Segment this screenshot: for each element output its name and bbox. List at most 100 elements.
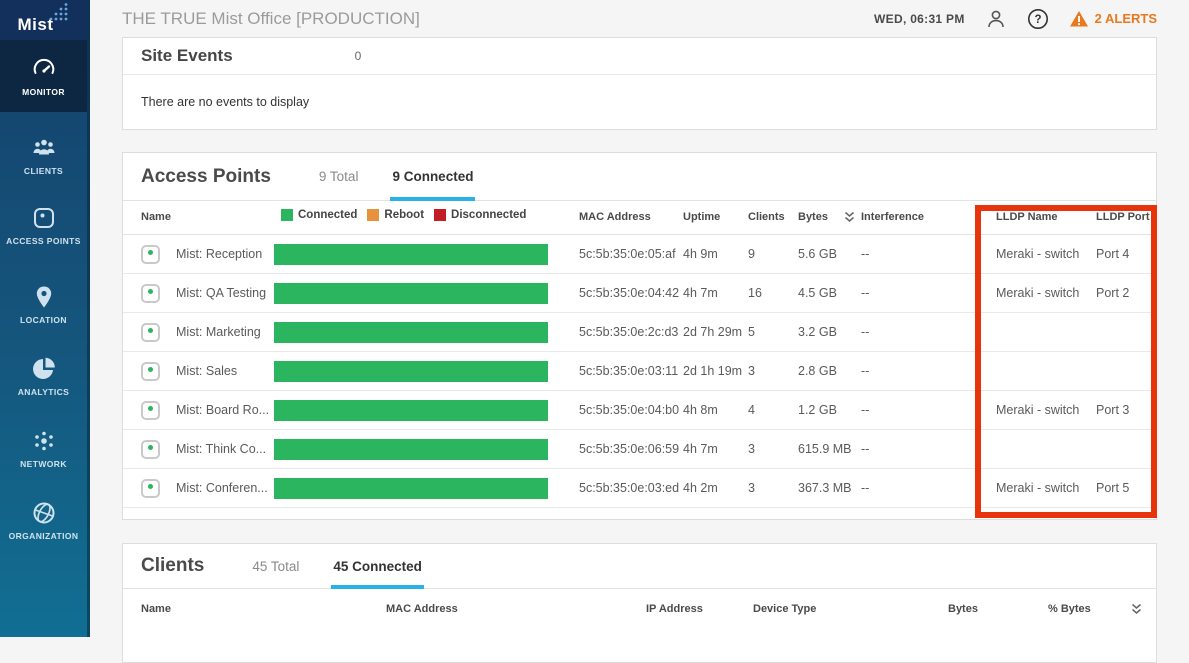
- ap-lldp-name: Meraki - switch: [996, 403, 1079, 417]
- ap-uptime: 4h 9m: [683, 247, 718, 261]
- clients-col-pct-bytes[interactable]: % Bytes: [1048, 603, 1091, 615]
- clients-title: Clients: [141, 555, 204, 577]
- sidebar-item-label: ACCESS POINTS: [6, 236, 81, 246]
- sidebar-item-location[interactable]: LOCATION: [0, 284, 87, 325]
- sidebar-item-analytics[interactable]: ANALYTICS: [0, 356, 87, 397]
- help-button[interactable]: ?: [1027, 8, 1049, 30]
- legend-connected: Connected: [281, 209, 357, 221]
- ap-uptime: 4h 7m: [683, 286, 718, 300]
- site-events-card: Site Events 0 There are no events to dis…: [122, 37, 1157, 130]
- column-options-chevron-icon[interactable]: [1131, 603, 1142, 618]
- legend-reboot-label: Reboot: [384, 209, 424, 221]
- ap-mac-address: 5c:5b:35:0e:04:b0: [579, 403, 679, 417]
- clients-col-ip[interactable]: IP Address: [646, 603, 703, 615]
- clients-col-bytes[interactable]: Bytes: [948, 603, 978, 615]
- ap-name-link[interactable]: Mist: QA Testing: [176, 286, 266, 300]
- mist-logo[interactable]: Mist: [0, 0, 87, 40]
- ap-table-row: Mist: QA Testing5c:5b:35:0e:04:424h 7m16…: [123, 274, 1156, 313]
- ap-col-clients[interactable]: Clients: [748, 211, 785, 223]
- location-pin-icon: [31, 284, 57, 310]
- clients-col-name[interactable]: Name: [141, 603, 171, 615]
- clients-card: Clients 45 Total 45 Connected Name MAC A…: [122, 543, 1157, 663]
- alerts-button[interactable]: 2 ALERTS: [1069, 10, 1157, 28]
- ap-status-icon: [141, 323, 160, 342]
- ap-status-bar[interactable]: [274, 244, 548, 265]
- network-hub-icon: [31, 428, 57, 454]
- ap-table-body: Mist: Reception5c:5b:35:0e:05:af4h 9m95.…: [123, 235, 1156, 508]
- sidebar-item-clients[interactable]: CLIENTS: [0, 135, 87, 176]
- ap-clients-count: 3: [748, 364, 755, 378]
- ap-mac-address: 5c:5b:35:0e:06:59: [579, 442, 679, 456]
- ap-tab-connected[interactable]: 9 Connected: [392, 169, 473, 184]
- sidebar-item-network[interactable]: NETWORK: [0, 428, 87, 469]
- ap-status-bar[interactable]: [274, 283, 548, 304]
- alert-triangle-icon: [1069, 10, 1089, 28]
- ap-table-partial-row: [123, 508, 1156, 513]
- clients-tab-connected-label: 45 Connected: [333, 559, 422, 574]
- ap-interference: --: [861, 403, 869, 417]
- ap-bytes: 615.9 MB: [798, 442, 852, 456]
- top-bar: THE TRUE Mist Office [PRODUCTION] WED, 0…: [122, 0, 1157, 37]
- ap-status-bar[interactable]: [274, 478, 548, 499]
- ap-table-row: Mist: Conferen...5c:5b:35:0e:03:ed4h 2m3…: [123, 469, 1156, 508]
- site-events-title: Site Events: [141, 46, 233, 66]
- clients-col-mac[interactable]: MAC Address: [386, 603, 458, 615]
- ap-bytes: 367.3 MB: [798, 481, 852, 495]
- ap-col-bytes[interactable]: Bytes: [798, 211, 828, 223]
- ap-status-dot-icon: [148, 289, 153, 294]
- ap-status-icon: [141, 245, 160, 264]
- sidebar-item-organization[interactable]: ORGANIZATION: [0, 500, 87, 541]
- ap-status-dot-icon: [148, 484, 153, 489]
- ap-col-mac[interactable]: MAC Address: [579, 211, 651, 223]
- user-button[interactable]: [985, 8, 1007, 30]
- ap-col-name[interactable]: Name: [141, 211, 171, 223]
- gauge-icon: [31, 56, 57, 82]
- clients-tab-total[interactable]: 45 Total: [252, 559, 299, 574]
- ap-lldp-name: Meraki - switch: [996, 481, 1079, 495]
- ap-status-bar[interactable]: [274, 400, 548, 421]
- globe-icon: [31, 500, 57, 526]
- ap-name-link[interactable]: Mist: Marketing: [176, 325, 261, 339]
- sidebar-item-access-points[interactable]: ACCESS POINTS: [0, 205, 87, 246]
- ap-col-lldp-port[interactable]: LLDP Port: [1096, 211, 1150, 223]
- clients-tab-connected[interactable]: 45 Connected: [333, 559, 422, 574]
- ap-interference: --: [861, 442, 869, 456]
- ap-col-uptime[interactable]: Uptime: [683, 211, 720, 223]
- site-events-empty-message: There are no events to display: [123, 75, 1156, 129]
- ap-name-link[interactable]: Mist: Think Co...: [176, 442, 266, 456]
- ap-interference: --: [861, 286, 869, 300]
- ap-uptime: 2d 7h 29m: [683, 325, 742, 339]
- ap-status-dot-icon: [148, 328, 153, 333]
- clients-col-device-type[interactable]: Device Type: [753, 603, 816, 615]
- reboot-swatch-icon: [367, 209, 379, 221]
- ap-interference: --: [861, 481, 869, 495]
- ap-status-icon: [141, 401, 160, 420]
- ap-table-row: Mist: Sales5c:5b:35:0e:03:112d 1h 19m32.…: [123, 352, 1156, 391]
- sidebar-item-label: LOCATION: [20, 315, 67, 325]
- ap-status-icon: [141, 440, 160, 459]
- connected-swatch-icon: [281, 209, 293, 221]
- legend-disconnected: Disconnected: [434, 209, 526, 221]
- ap-status-bar[interactable]: [274, 361, 548, 382]
- sidebar-item-monitor[interactable]: MONITOR: [0, 40, 87, 112]
- sidebar-item-label: ORGANIZATION: [9, 531, 79, 541]
- ap-bytes: 1.2 GB: [798, 403, 837, 417]
- ap-name-link[interactable]: Mist: Conferen...: [176, 481, 268, 495]
- ap-clients-count: 4: [748, 403, 755, 417]
- datetime-label: WED, 06:31 PM: [874, 12, 965, 26]
- ap-status-bar[interactable]: [274, 439, 548, 460]
- ap-name-link[interactable]: Mist: Reception: [176, 247, 262, 261]
- ap-col-interference[interactable]: Interference: [861, 211, 924, 223]
- ap-interference: --: [861, 247, 869, 261]
- column-options-chevron-icon[interactable]: [844, 211, 855, 226]
- ap-bytes: 5.6 GB: [798, 247, 837, 261]
- ap-interference: --: [861, 325, 869, 339]
- ap-status-bar[interactable]: [274, 322, 548, 343]
- ap-name-link[interactable]: Mist: Sales: [176, 364, 237, 378]
- ap-name-link[interactable]: Mist: Board Ro...: [176, 403, 269, 417]
- ap-uptime: 4h 8m: [683, 403, 718, 417]
- ap-tab-total[interactable]: 9 Total: [319, 169, 359, 184]
- sidebar-item-label: MONITOR: [22, 87, 65, 97]
- ap-table-row: Mist: Reception5c:5b:35:0e:05:af4h 9m95.…: [123, 235, 1156, 274]
- ap-col-lldp-name[interactable]: LLDP Name: [996, 211, 1058, 223]
